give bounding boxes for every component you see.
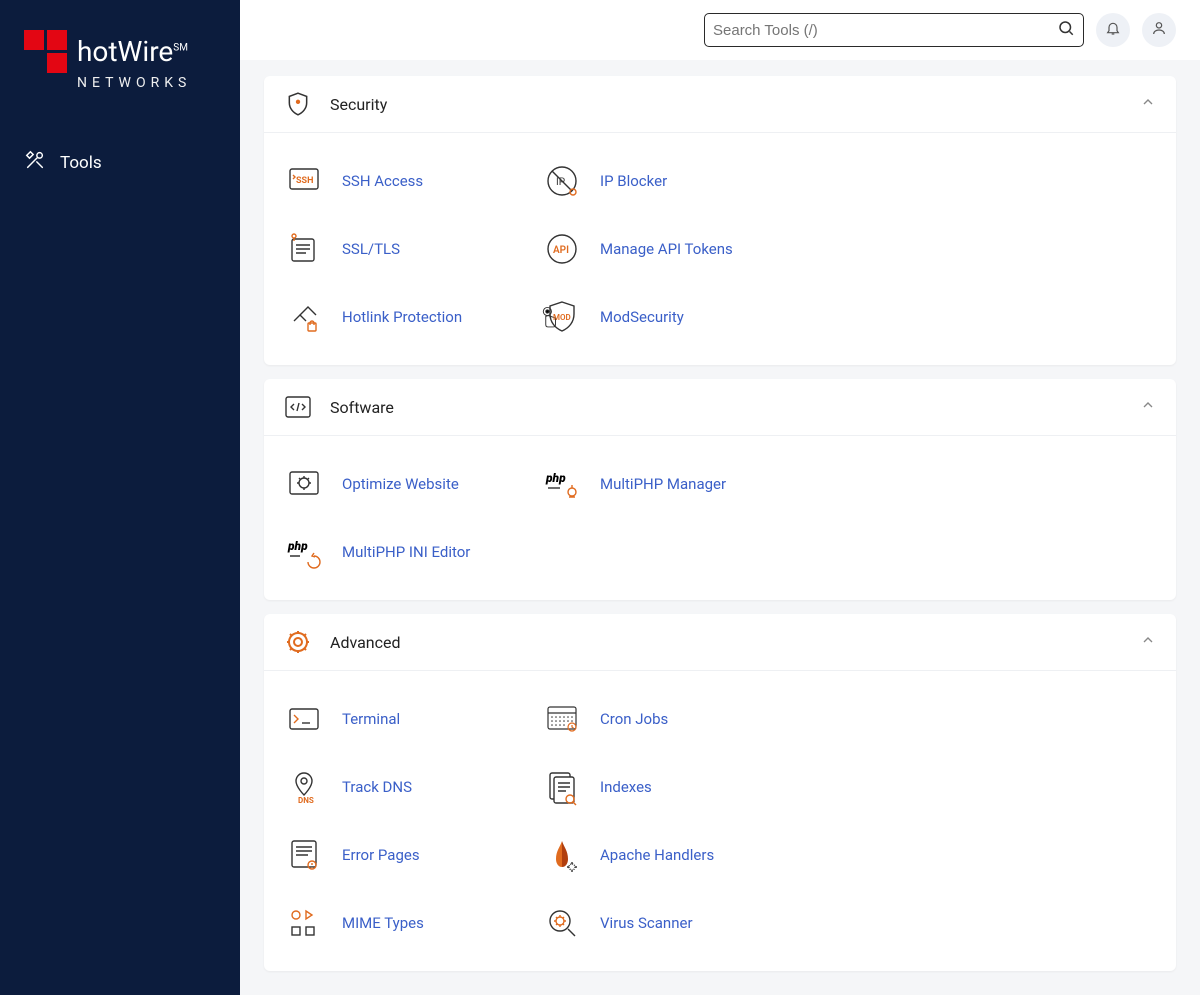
tool-label: Optimize Website — [342, 475, 459, 493]
dns-icon: DNS — [284, 767, 324, 807]
tool-terminal[interactable]: Terminal — [284, 691, 534, 747]
tool-ssh-access[interactable]: SSH SSH Access — [284, 153, 534, 209]
ssh-icon: SSH — [284, 161, 324, 201]
svg-text:MOD: MOD — [553, 313, 571, 322]
gear-icon — [284, 628, 312, 656]
cron-icon — [542, 699, 582, 739]
tool-label: Cron Jobs — [600, 710, 668, 728]
panel-title: Security — [330, 95, 1122, 114]
tools-icon — [24, 149, 46, 176]
apache-icon — [542, 835, 582, 875]
tool-multiphp-manager[interactable]: php MultiPHP Manager — [542, 456, 792, 512]
brand-name: hotWire — [77, 35, 173, 68]
svg-text:DNS: DNS — [298, 796, 314, 805]
tool-label: SSH Access — [342, 172, 423, 190]
panel-security: Security SSH SSH A — [264, 76, 1176, 365]
panel-header-software[interactable]: Software — [264, 379, 1176, 436]
tool-multiphp-ini-editor[interactable]: php MultiPHP INI Editor — [284, 524, 534, 580]
tool-cron-jobs[interactable]: Cron Jobs — [542, 691, 792, 747]
ssl-icon — [284, 229, 324, 269]
virus-scanner-icon — [542, 903, 582, 943]
panel-title: Advanced — [330, 633, 1122, 652]
modsecurity-icon: MOD — [542, 297, 582, 337]
panel-header-security[interactable]: Security — [264, 76, 1176, 133]
tool-label: MultiPHP Manager — [600, 475, 726, 493]
tool-label: Hotlink Protection — [342, 308, 462, 326]
panel-header-advanced[interactable]: Advanced — [264, 614, 1176, 671]
main-area: Security SSH SSH A — [240, 0, 1200, 995]
mime-icon — [284, 903, 324, 943]
user-icon — [1151, 20, 1167, 40]
chevron-up-icon — [1140, 632, 1156, 652]
service-mark: SM — [173, 43, 188, 54]
hotlink-icon — [284, 297, 324, 337]
svg-text:SSH: SSH — [296, 176, 313, 186]
code-icon — [284, 393, 312, 421]
sidebar: hotWireSM NETWORKS Tools — [0, 0, 240, 995]
bell-icon — [1105, 20, 1121, 40]
tool-label: Error Pages — [342, 846, 420, 864]
tool-label: Virus Scanner — [600, 914, 693, 932]
tool-mime-types[interactable]: MIME Types — [284, 895, 534, 951]
svg-text:IP: IP — [556, 177, 565, 188]
tool-label: MultiPHP INI Editor — [342, 543, 470, 561]
brand-logo-mark — [24, 30, 67, 73]
svg-text:API: API — [553, 245, 569, 256]
brand-subtitle: NETWORKS — [77, 75, 216, 91]
tool-label: Indexes — [600, 778, 652, 796]
php-manager-icon: php — [542, 464, 582, 504]
search-icon — [1057, 19, 1075, 41]
search-input[interactable] — [713, 22, 1057, 39]
php-ini-icon: php — [284, 532, 324, 572]
sidebar-item-label: Tools — [60, 153, 102, 173]
ip-blocker-icon: IP — [542, 161, 582, 201]
error-pages-icon — [284, 835, 324, 875]
chevron-up-icon — [1140, 94, 1156, 114]
panel-title: Software — [330, 398, 1122, 417]
account-button[interactable] — [1142, 13, 1176, 47]
tool-manage-api-tokens[interactable]: API Manage API Tokens — [542, 221, 792, 277]
indexes-icon — [542, 767, 582, 807]
chevron-up-icon — [1140, 397, 1156, 417]
brand-logo: hotWireSM NETWORKS — [0, 30, 240, 131]
terminal-icon — [284, 699, 324, 739]
tool-modsecurity[interactable]: MOD ModSecurity — [542, 289, 792, 345]
tool-indexes[interactable]: Indexes — [542, 759, 792, 815]
tool-track-dns[interactable]: DNS Track DNS — [284, 759, 534, 815]
topbar — [240, 0, 1200, 60]
tool-label: Track DNS — [342, 778, 412, 796]
shield-icon — [284, 90, 312, 118]
tool-label: Terminal — [342, 710, 400, 728]
tool-label: MIME Types — [342, 914, 424, 932]
tool-apache-handlers[interactable]: Apache Handlers — [542, 827, 792, 883]
search-box[interactable] — [704, 13, 1084, 47]
tool-label: Apache Handlers — [600, 846, 714, 864]
tool-virus-scanner[interactable]: Virus Scanner — [542, 895, 792, 951]
tool-label: Manage API Tokens — [600, 240, 733, 258]
svg-text:php: php — [287, 539, 308, 553]
optimize-icon — [284, 464, 324, 504]
svg-text:php: php — [545, 471, 566, 485]
tool-label: IP Blocker — [600, 172, 667, 190]
tool-ssl-tls[interactable]: SSL/TLS — [284, 221, 534, 277]
tool-error-pages[interactable]: Error Pages — [284, 827, 534, 883]
tool-optimize-website[interactable]: Optimize Website — [284, 456, 534, 512]
notifications-button[interactable] — [1096, 13, 1130, 47]
panel-software: Software Optimize Website — [264, 379, 1176, 600]
tool-label: ModSecurity — [600, 308, 684, 326]
tool-label: SSL/TLS — [342, 240, 400, 258]
api-icon: API — [542, 229, 582, 269]
panel-advanced: Advanced Terminal — [264, 614, 1176, 971]
sidebar-item-tools[interactable]: Tools — [24, 141, 216, 184]
tool-ip-blocker[interactable]: IP IP Blocker — [542, 153, 792, 209]
tool-hotlink-protection[interactable]: Hotlink Protection — [284, 289, 534, 345]
